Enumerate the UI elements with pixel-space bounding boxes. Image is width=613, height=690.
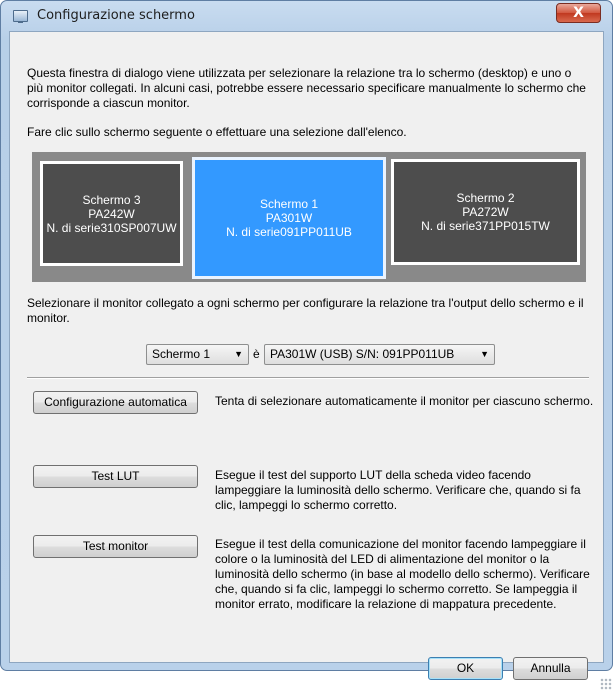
dialog-window: Configurazione schermo X Questa finestra… — [0, 0, 613, 690]
chevron-down-icon: ▼ — [234, 349, 243, 359]
screen-serial: N. di serie310SP007UW — [46, 220, 177, 235]
test-monitor-button[interactable]: Test monitor — [33, 535, 198, 558]
screen-2-tile[interactable]: Schermo 2 PA272W N. di serie371PP015TW — [391, 159, 580, 265]
monitor-select[interactable]: PA301W (USB) S/N: 091PP011UB ▼ — [264, 344, 495, 365]
monitor-select-value: PA301W (USB) S/N: 091PP011UB — [270, 347, 455, 361]
screen-model: PA301W — [265, 211, 313, 225]
screen-model: PA272W — [462, 205, 509, 219]
screen-1-tile[interactable]: Schermo 1 PA301W N. di serie091PP011UB — [192, 157, 386, 279]
close-button[interactable]: X — [556, 3, 601, 23]
display-icon — [13, 10, 28, 23]
intro-text: Questa finestra di dialogo viene utilizz… — [27, 66, 586, 110]
window-title: Configurazione schermo — [37, 8, 195, 23]
mapping-description: Selezionare il monitor collegato a ogni … — [27, 296, 584, 325]
dialog-body: Questa finestra di dialogo viene utilizz… — [9, 31, 612, 690]
screen-serial: N. di serie091PP011UB — [226, 225, 352, 239]
screen-name: Schermo 1 — [259, 197, 319, 211]
screen-select[interactable]: Schermo 1 ▼ — [146, 344, 249, 365]
screen-model: PA242W — [88, 206, 135, 221]
is-label: è — [253, 347, 260, 361]
test-monitor-description: Esegue il test della comunicazione del m… — [215, 537, 590, 611]
chevron-down-icon: ▼ — [480, 349, 489, 359]
ok-button[interactable]: OK — [428, 657, 503, 680]
screen-3-tile[interactable]: Schermo 3 PA242W N. di serie310SP007UW — [40, 161, 183, 266]
screen-serial: N. di serie371PP015TW — [421, 219, 550, 233]
screen-select-value: Schermo 1 — [152, 347, 211, 361]
instruction-text: Fare clic sullo schermo seguente o effet… — [27, 125, 407, 139]
screen-name: Schermo 2 — [456, 191, 515, 205]
title-bar: Configurazione schermo X — [1, 1, 612, 31]
auto-config-button[interactable]: Configurazione automatica — [33, 391, 198, 414]
separator — [27, 377, 589, 379]
test-lut-button[interactable]: Test LUT — [33, 465, 198, 488]
auto-config-description: Tenta di selezionare automaticamente il … — [215, 394, 594, 408]
resize-grip-icon[interactable] — [600, 678, 612, 690]
screen-name: Schermo 3 — [82, 192, 141, 207]
cancel-button[interactable]: Annulla — [513, 657, 588, 680]
test-lut-description: Esegue il test del supporto LUT della sc… — [215, 468, 581, 512]
screen-layout-area: Schermo 3 PA242W N. di serie310SP007UW S… — [32, 152, 586, 282]
